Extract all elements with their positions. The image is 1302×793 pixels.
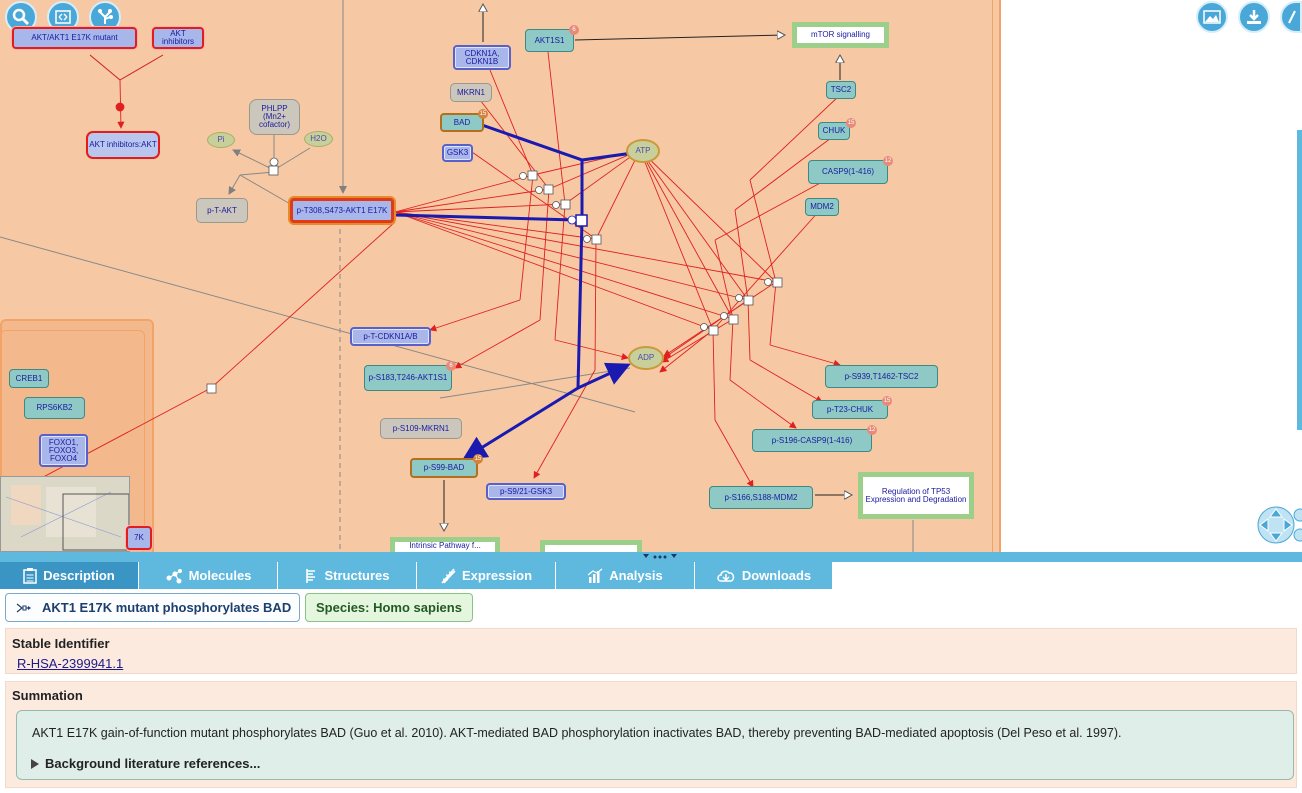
node-p-t-cdkn1ab[interactable]: p-T-CDKN1A/B: [350, 327, 431, 346]
node-gsk3[interactable]: GSK3: [442, 144, 473, 162]
node-p-mdm2[interactable]: p-S166,S188-MDM2: [709, 486, 813, 509]
download-button[interactable]: [1238, 1, 1270, 33]
hierarchy-icon: [98, 9, 113, 24]
badge-p-casp9: 12: [867, 425, 877, 435]
tab-molecules[interactable]: Molecules: [139, 562, 278, 589]
node-p-t308-s473-akt1[interactable]: p-T308,S473-AKT1 E17K: [290, 198, 394, 223]
thumbnail-preview: [1, 477, 129, 551]
node-akt1s1[interactable]: AKT1S1: [525, 29, 574, 52]
download-icon: [1247, 10, 1261, 24]
badge-p-chuk: 15: [882, 396, 892, 406]
node-pathway-bottom[interactable]: [540, 540, 642, 552]
image-export-icon: [1203, 10, 1221, 24]
tab-label: Expression: [461, 568, 533, 583]
node-p-s99-bad[interactable]: p-S99-BAD: [410, 458, 478, 478]
fit-screen-icon: [55, 10, 71, 24]
summation-box: AKT1 E17K gain-of-function mutant phosph…: [16, 710, 1294, 780]
node-akt-mutant[interactable]: AKT/AKT1 E17K mutant: [12, 27, 137, 49]
node-p-mkrn1[interactable]: p-S109-MKRN1: [380, 418, 462, 439]
diagram-thumbnail[interactable]: [0, 476, 130, 552]
tab-label: Downloads: [741, 568, 812, 583]
species-badge: Species: Homo sapiens: [305, 593, 473, 622]
node-h2o[interactable]: H2O: [304, 131, 333, 147]
molecules-icon: [166, 568, 182, 583]
badge-p-bad: 15: [473, 454, 483, 464]
pan-navigation-pad[interactable]: [1256, 505, 1302, 545]
reaction-icon: [16, 603, 31, 612]
node-pi[interactable]: Pi: [207, 132, 235, 148]
node-tp53-regulation[interactable]: Regulation of TP53 Expression and Degrad…: [858, 472, 974, 519]
stable-identifier-link[interactable]: R-HSA-2399941.1: [17, 656, 123, 671]
badge-chuk: 15: [846, 118, 856, 128]
node-intrinsic-pathway[interactable]: Intrinsic Pathway f...: [390, 537, 500, 552]
tab-analysis[interactable]: Analysis: [556, 562, 695, 589]
node-foxo[interactable]: FOXO1, FOXO3, FOXO4: [39, 434, 88, 467]
tab-label: Description: [43, 568, 115, 583]
node-mkrn1[interactable]: MKRN1: [450, 83, 492, 102]
node-adp[interactable]: ADP: [628, 346, 664, 370]
node-p-akt1s1[interactable]: p-S183,T246-AKT1S1: [364, 365, 452, 391]
node-p-chuk[interactable]: p-T23-CHUK: [812, 400, 888, 419]
node-atp[interactable]: ATP: [626, 139, 660, 163]
node-tsc2[interactable]: TSC2: [826, 81, 856, 99]
reaction-edges: [0, 0, 914, 552]
details-tab-bar: Description Molecules Structures Express…: [0, 552, 1302, 589]
drag-handle-icon[interactable]: [640, 552, 680, 562]
node-p-casp9[interactable]: p-S196-CASP9(1-416): [752, 429, 872, 452]
downloads-icon: [717, 570, 735, 582]
node-mdm2[interactable]: MDM2: [805, 198, 839, 216]
node-cdkn1a-cdkn1b[interactable]: CDKN1A, CDKN1B: [453, 45, 511, 70]
expand-triangle-icon: [31, 758, 39, 769]
literature-toggle-label: Background literature references...: [45, 756, 261, 771]
tab-downloads[interactable]: Downloads: [695, 562, 833, 589]
tab-label: Analysis: [609, 568, 663, 583]
summation-heading: Summation: [12, 688, 83, 703]
node-p-tsc2[interactable]: p-S939,T1462-TSC2: [825, 365, 938, 388]
document-icon: [23, 567, 37, 584]
pan-arrows-icon[interactable]: [1256, 505, 1302, 545]
tab-bar-strip[interactable]: [0, 552, 1302, 562]
tab-expression[interactable]: Expression: [417, 562, 556, 589]
node-chuk[interactable]: CHUK: [818, 122, 850, 140]
tab-label: Structures: [324, 568, 390, 583]
species-label: Species: Homo sapiens: [316, 600, 462, 615]
pathway-diagram-canvas[interactable]: AKT/AKT1 E17K mutant AKT inhibitors AKT …: [0, 0, 1302, 552]
node-p-t-akt[interactable]: p-T-AKT: [196, 198, 248, 223]
literature-toggle[interactable]: Background literature references...: [30, 756, 260, 771]
tab-structures[interactable]: Structures: [278, 562, 417, 589]
node-phlpp[interactable]: PHLPP (Mn2+ cofactor): [249, 99, 300, 135]
stable-identifier-heading: Stable Identifier: [12, 636, 110, 651]
summation-text: AKT1 E17K gain-of-function mutant phosph…: [32, 726, 1122, 740]
node-akt-inhibitors-complex[interactable]: AKT inhibitors:AKT: [86, 131, 160, 159]
badge-p-akt1s1: 6: [446, 361, 456, 371]
node-cut-left[interactable]: 7K: [126, 526, 152, 550]
node-akt-inhibitors[interactable]: AKT inhibitors: [152, 27, 204, 49]
badge-casp9: 12: [883, 156, 893, 166]
reaction-title: AKT1 E17K mutant phosphorylates BAD: [42, 600, 292, 615]
analysis-icon: [587, 568, 603, 583]
stable-identifier-section: Stable Identifier R-HSA-2399941.1: [5, 628, 1297, 674]
reaction-title-box: AKT1 E17K mutant phosphorylates BAD: [5, 593, 300, 622]
node-rps6kb2[interactable]: RPS6KB2: [24, 397, 85, 419]
structures-icon: [306, 568, 316, 583]
node-casp9[interactable]: CASP9(1-416): [808, 160, 888, 184]
node-mtor-signalling[interactable]: mTOR signalling: [792, 22, 889, 48]
badge-akt1s1: 6: [569, 25, 579, 35]
badge-bad: 15: [478, 109, 488, 119]
compass-icon: [1288, 10, 1296, 24]
node-creb1[interactable]: CREB1: [9, 369, 49, 388]
search-icon: [12, 8, 30, 26]
node-p-gsk3[interactable]: p-S9/21-GSK3: [486, 483, 566, 500]
tab-description[interactable]: Description: [0, 562, 139, 589]
export-image-button[interactable]: [1196, 1, 1228, 33]
expression-icon: [441, 568, 456, 583]
tab-label: Molecules: [188, 568, 252, 583]
